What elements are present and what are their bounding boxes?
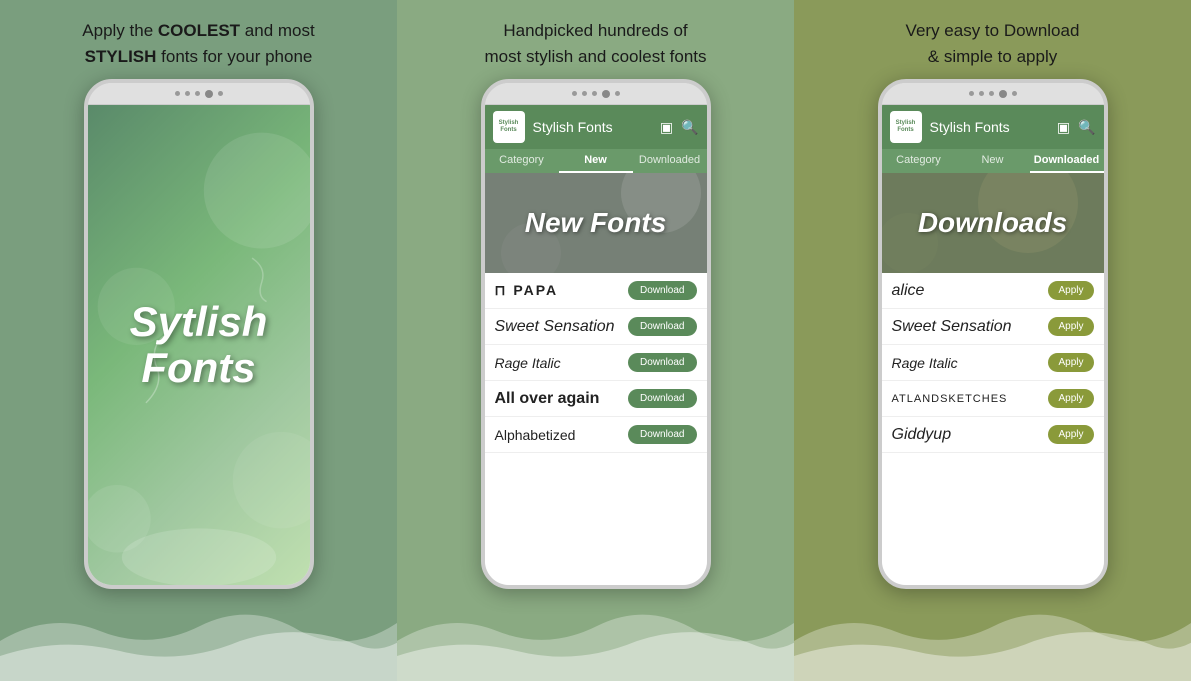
banner-downloads: Downloads: [882, 173, 1104, 273]
phone-2: Stylish Fonts Stylish Fonts ▣ 🔍 Category…: [481, 79, 711, 589]
font-item: Giddyup Apply: [882, 417, 1104, 453]
font-name: Giddyup: [892, 426, 952, 444]
phone-1: SytlishFonts: [84, 79, 314, 589]
phone-dot: [195, 91, 200, 96]
font-item: Sweet Sensation Download: [485, 309, 707, 345]
panel-2: Handpicked hundreds ofmost stylish and c…: [397, 0, 794, 681]
phone-dot: [989, 91, 994, 96]
banner-title-3: Downloads: [918, 207, 1067, 239]
app-title-2: Stylish Fonts: [533, 119, 652, 135]
font-item: ATLANDSKETCHES Apply: [882, 381, 1104, 417]
font-name: alice: [892, 282, 925, 300]
app-header-2: Stylish Fonts Stylish Fonts ▣ 🔍: [485, 105, 707, 149]
font-item: ⊓ PAPA Download: [485, 273, 707, 309]
banner-new: New Fonts: [485, 173, 707, 273]
phone-dot: [572, 91, 577, 96]
font-item: All over again Download: [485, 381, 707, 417]
font-item: Rage Italic Download: [485, 345, 707, 381]
font-name: ⊓ PAPA: [495, 282, 559, 299]
apply-button[interactable]: Apply: [1048, 281, 1093, 300]
font-item: Alphabetized Download: [485, 417, 707, 453]
apply-button[interactable]: Apply: [1048, 389, 1093, 408]
nav-tabs-2: Category New Downloaded: [485, 149, 707, 173]
panel-2-text: Handpicked hundreds ofmost stylish and c…: [464, 0, 726, 79]
font-item: Sweet Sensation Apply: [882, 309, 1104, 345]
bottom-wave-1: [0, 601, 397, 681]
font-item: alice Apply: [882, 273, 1104, 309]
panel-3: Very easy to Download& simple to apply S…: [794, 0, 1191, 681]
search-icon[interactable]: 🔍: [681, 119, 698, 136]
search-icon[interactable]: 🔍: [1078, 119, 1095, 136]
phone-top-bar-3: [882, 83, 1104, 105]
phone-dot: [218, 91, 223, 96]
apply-button[interactable]: Apply: [1048, 425, 1093, 444]
font-item: Rage Italic Apply: [882, 345, 1104, 381]
tab-category-2[interactable]: Category: [485, 149, 559, 173]
font-name: Alphabetized: [495, 427, 576, 443]
download-button[interactable]: Download: [628, 317, 696, 336]
window-icon: ▣: [660, 119, 673, 136]
app-header-icons-3: ▣ 🔍: [1057, 119, 1096, 136]
phone-camera: [999, 90, 1007, 98]
download-button[interactable]: Download: [628, 353, 696, 372]
phone-dot: [175, 91, 180, 96]
phone-dot: [615, 91, 620, 96]
app-header-3: Stylish Fonts Stylish Fonts ▣ 🔍: [882, 105, 1104, 149]
phone-3: Stylish Fonts Stylish Fonts ▣ 🔍 Category…: [878, 79, 1108, 589]
tab-downloaded-3[interactable]: Downloaded: [1030, 149, 1104, 173]
phone-camera: [205, 90, 213, 98]
phone-dot: [582, 91, 587, 96]
app-logo-3: Stylish Fonts: [890, 111, 922, 143]
app-logo-2: Stylish Fonts: [493, 111, 525, 143]
download-button[interactable]: Download: [628, 425, 696, 444]
phone-top-bar-1: [88, 83, 310, 105]
window-icon: ▣: [1057, 119, 1070, 136]
tab-new-3[interactable]: New: [956, 149, 1030, 173]
font-name: Sweet Sensation: [495, 318, 615, 336]
font-name: Rage Italic: [495, 355, 561, 371]
splash-title: SytlishFonts: [130, 299, 268, 391]
bottom-wave-3: [794, 601, 1191, 681]
app-screen-3: Stylish Fonts Stylish Fonts ▣ 🔍 Category…: [882, 105, 1104, 585]
app-screen-2: Stylish Fonts Stylish Fonts ▣ 🔍 Category…: [485, 105, 707, 585]
phone-camera: [602, 90, 610, 98]
bottom-wave-2: [397, 601, 794, 681]
phone-dot: [969, 91, 974, 96]
banner-title-2: New Fonts: [525, 207, 667, 239]
phone-dot: [592, 91, 597, 96]
phone-dot: [1012, 91, 1017, 96]
phone-dot: [185, 91, 190, 96]
font-name: All over again: [495, 390, 600, 408]
tab-new-2[interactable]: New: [559, 149, 633, 173]
font-name: Rage Italic: [892, 355, 958, 371]
font-name: Sweet Sensation: [892, 318, 1012, 336]
app-header-icons-2: ▣ 🔍: [660, 119, 699, 136]
phone-top-bar-2: [485, 83, 707, 105]
font-list-2: ⊓ PAPA Download Sweet Sensation Download…: [485, 273, 707, 585]
phone-dot: [979, 91, 984, 96]
font-name: ATLANDSKETCHES: [892, 393, 1008, 405]
download-button[interactable]: Download: [628, 389, 696, 408]
splash-screen: SytlishFonts: [88, 105, 310, 585]
tab-category-3[interactable]: Category: [882, 149, 956, 173]
font-list-3: alice Apply Sweet Sensation Apply Rage I…: [882, 273, 1104, 585]
apply-button[interactable]: Apply: [1048, 317, 1093, 336]
download-button[interactable]: Download: [628, 281, 696, 300]
apply-button[interactable]: Apply: [1048, 353, 1093, 372]
panel-1: Apply the COOLEST and mostSTYLISH fonts …: [0, 0, 397, 681]
tab-downloaded-2[interactable]: Downloaded: [633, 149, 707, 173]
panel-1-text: Apply the COOLEST and mostSTYLISH fonts …: [62, 0, 334, 79]
app-title-3: Stylish Fonts: [930, 119, 1049, 135]
panel-3-text: Very easy to Download& simple to apply: [886, 0, 1100, 79]
nav-tabs-3: Category New Downloaded: [882, 149, 1104, 173]
